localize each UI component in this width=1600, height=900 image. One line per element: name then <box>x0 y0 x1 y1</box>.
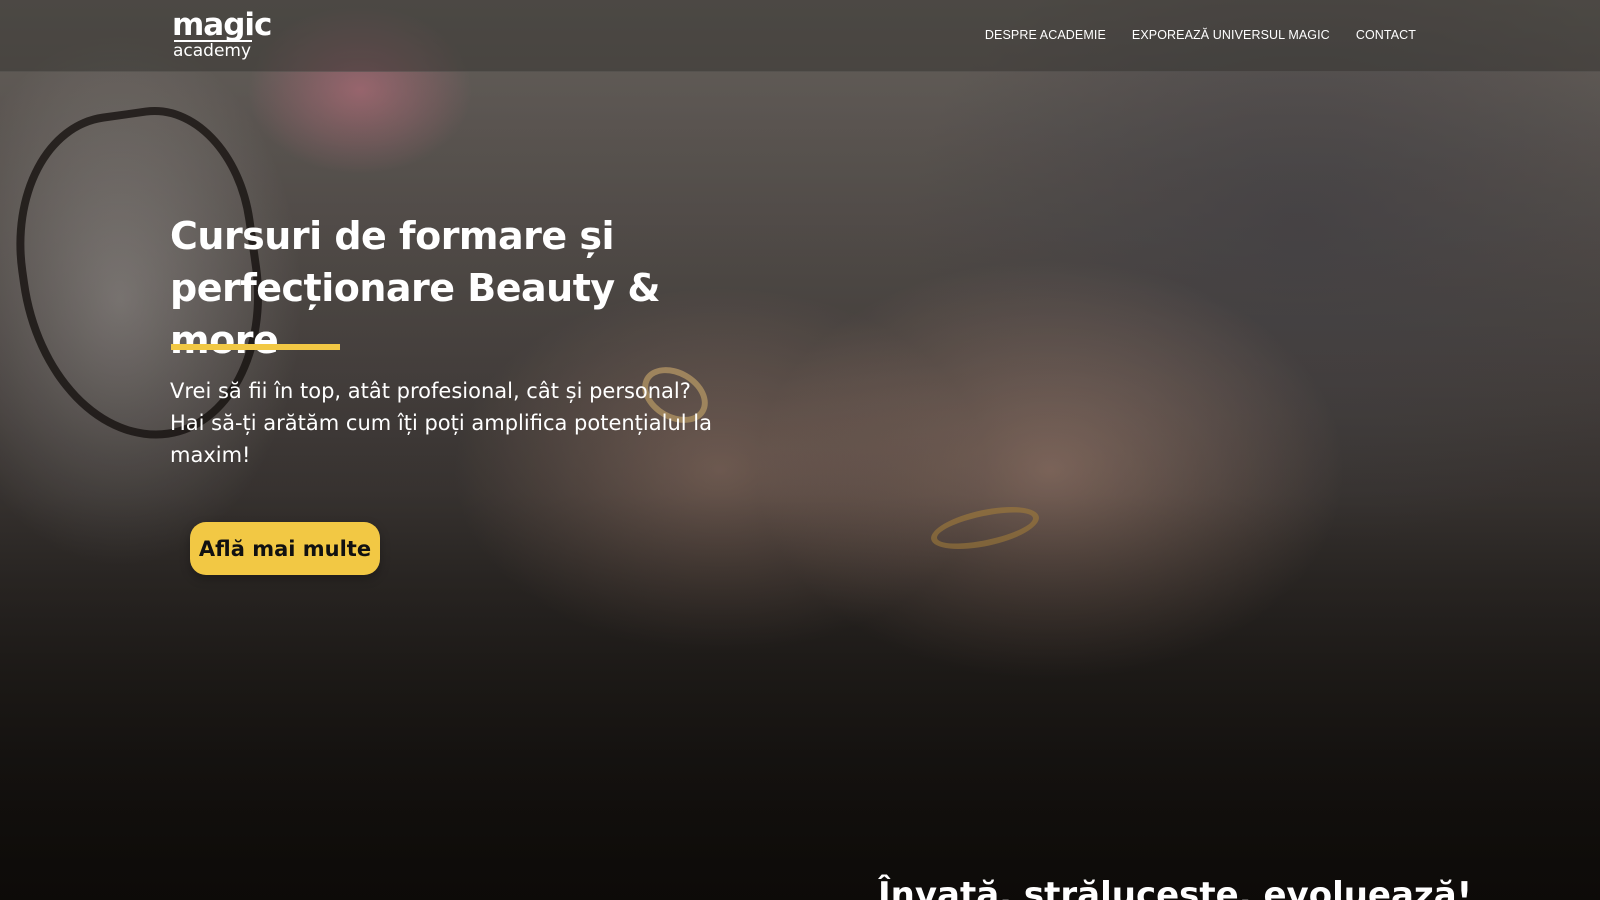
section-heading: Învață, strălucește, evoluează! <box>878 875 1473 900</box>
hero-section: magic academy DESPRE ACADEMIE EXPOREAZĂ … <box>0 0 1600 900</box>
nav-item-despre-academie[interactable]: DESPRE ACADEMIE <box>985 28 1106 42</box>
title-accent-bar <box>171 344 340 350</box>
nav-item-contact[interactable]: CONTACT <box>1356 28 1416 42</box>
hero-description: Vrei să fii în top, atât profesional, câ… <box>170 379 712 467</box>
learn-more-button[interactable]: Află mai multe <box>190 522 380 575</box>
logo-wordmark-top: magic <box>172 7 272 43</box>
logo-wordmark-bottom: academy <box>173 41 252 61</box>
nav-item-exploreaza-universul-magic[interactable]: EXPOREAZĂ UNIVERSUL MAGIC <box>1132 28 1330 42</box>
top-navbar: magic academy DESPRE ACADEMIE EXPOREAZĂ … <box>0 0 1600 72</box>
hero-title: Cursuri de formare și perfecționare Beau… <box>170 214 661 362</box>
site-logo[interactable]: magic academy <box>172 10 272 62</box>
main-navigation: DESPRE ACADEMIE EXPOREAZĂ UNIVERSUL MAGI… <box>985 28 1416 42</box>
